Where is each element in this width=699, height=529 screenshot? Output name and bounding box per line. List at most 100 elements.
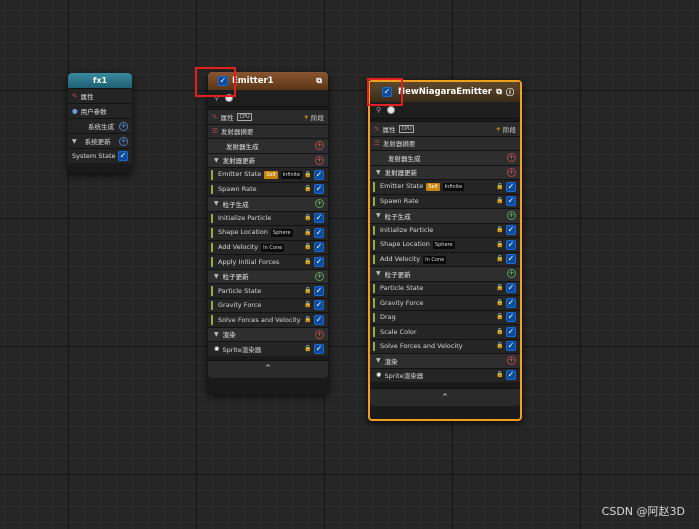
solve-forces-module[interactable]: Solve Forces and Velocity 🔒 ✓: [208, 312, 328, 327]
collapse-button[interactable]: ⌃: [370, 388, 520, 406]
add-module-icon[interactable]: +: [507, 211, 516, 221]
check-icon[interactable]: ✓: [314, 343, 324, 354]
add-module-icon[interactable]: +: [315, 271, 324, 281]
add-velocity-module[interactable]: Add Velocity In Cone 🔒 ✓: [208, 239, 328, 254]
lock-icon[interactable]: 🔒: [304, 229, 311, 237]
initialize-particle-module[interactable]: Initialize Particle 🔒 ✓: [208, 210, 328, 225]
chevron-up-icon[interactable]: ⌃: [264, 364, 272, 374]
check-icon[interactable]: ✓: [506, 254, 516, 265]
emitter2-summary-row[interactable]: ☰ 发射器摘要: [370, 135, 520, 150]
lock-icon[interactable]: 🔒: [496, 241, 503, 249]
apply-forces-module[interactable]: Apply Initial Forces 🔒 ✓: [208, 254, 328, 269]
sim-target-icon[interactable]: ⚲: [376, 106, 381, 114]
emitter1-render-group[interactable]: ▼ 渲染 +: [208, 326, 328, 341]
check-icon[interactable]: ✓: [506, 181, 516, 192]
add-module-icon[interactable]: +: [507, 269, 516, 279]
stage-button[interactable]: 阶段: [311, 112, 324, 122]
collapse-triangle-icon[interactable]: ▼: [214, 200, 219, 207]
emitter-state-module[interactable]: Emitter State Self Infinite 🔒 ✓: [370, 179, 520, 194]
emitter1-title[interactable]: Emitter1: [232, 76, 316, 86]
collapse-triangle-icon[interactable]: ▼: [214, 273, 219, 280]
system-title[interactable]: fx1: [68, 73, 132, 88]
emitter-state-module[interactable]: Emitter State Self Infinite 🔒 ✓: [208, 167, 328, 182]
emitter1-particle-update-group[interactable]: ▼ 粒子更新 +: [208, 268, 328, 283]
gravity-force-module[interactable]: Gravity Force 🔒 ✓: [208, 297, 328, 312]
add-velocity-module[interactable]: Add Velocity In Cone 🔒 ✓: [370, 251, 520, 266]
system-node[interactable]: fx1 ✎ 属性 ● 用户参数 系统生成 + ▼ 系统更新 + System S…: [68, 73, 132, 173]
emitter2-node[interactable]: ✓ NewNiagaraEmitter ⧉ ⓘ ⚲ ✎ 属性 CPU + 阶段 …: [368, 80, 522, 421]
emitter1-properties-row[interactable]: ✎ 属性 CPU + 阶段: [208, 109, 328, 124]
lock-icon[interactable]: 🔒: [496, 371, 503, 379]
check-icon[interactable]: ✓: [506, 326, 516, 337]
add-module-icon[interactable]: +: [315, 155, 324, 165]
sprite-renderer-module[interactable]: ✺ Sprite渲染器 🔒 ✓: [208, 341, 328, 356]
check-icon[interactable]: ✓: [314, 227, 324, 238]
add-module-icon[interactable]: +: [315, 141, 324, 151]
shape-location-module[interactable]: Shape Location Sphere 🔒 ✓: [370, 237, 520, 252]
lock-icon[interactable]: 🔒: [496, 183, 503, 191]
check-icon[interactable]: ✓: [506, 297, 516, 308]
lock-icon[interactable]: 🔒: [496, 328, 503, 336]
system-state-row[interactable]: System State ✓: [68, 148, 132, 163]
emitter2-render-group[interactable]: ▼ 渲染 +: [370, 353, 520, 368]
check-icon[interactable]: ✓: [506, 312, 516, 323]
lock-icon[interactable]: 🔒: [304, 316, 311, 324]
external-link-icon[interactable]: ⧉: [496, 87, 502, 97]
scale-color-module[interactable]: Scale Color 🔒 ✓: [370, 324, 520, 339]
collapse-triangle-icon[interactable]: ▼: [72, 138, 77, 145]
shape-location-module[interactable]: Shape Location Sphere 🔒 ✓: [208, 225, 328, 240]
check-icon[interactable]: ✓: [314, 314, 324, 325]
gravity-force-module[interactable]: Gravity Force 🔒 ✓: [370, 295, 520, 310]
add-stage-icon[interactable]: +: [304, 113, 309, 121]
stage-button[interactable]: 阶段: [503, 124, 516, 134]
add-module-icon[interactable]: +: [119, 136, 128, 146]
solve-forces-module[interactable]: Solve Forces and Velocity 🔒 ✓: [370, 338, 520, 353]
check-icon[interactable]: ✓: [314, 169, 324, 180]
lock-icon[interactable]: 🔒: [304, 185, 311, 193]
emitter1-update-group[interactable]: ▼ 发射器更新 +: [208, 152, 328, 167]
emitter1-particle-spawn-group[interactable]: ▼ 粒子生成 +: [208, 196, 328, 211]
collapse-button[interactable]: ⌃: [208, 359, 328, 378]
check-icon[interactable]: ✓: [314, 285, 324, 296]
sprite-renderer-module[interactable]: ✺ Sprite渲染器 🔒 ✓: [370, 367, 520, 382]
lock-icon[interactable]: 🔒: [496, 342, 503, 350]
check-icon[interactable]: ✓: [506, 283, 516, 294]
add-module-icon[interactable]: +: [507, 153, 516, 163]
lock-icon[interactable]: 🔒: [496, 197, 503, 205]
add-module-icon[interactable]: +: [315, 199, 324, 209]
chevron-up-icon[interactable]: ⌃: [441, 393, 449, 403]
lock-icon[interactable]: 🔒: [304, 214, 311, 222]
lock-icon[interactable]: 🔒: [304, 287, 311, 295]
lock-icon[interactable]: 🔒: [304, 243, 311, 251]
emitter1-spawn-group[interactable]: 发射器生成 +: [208, 138, 328, 153]
collapse-triangle-icon[interactable]: ▼: [376, 212, 381, 219]
check-icon[interactable]: ✓: [506, 225, 516, 236]
check-icon[interactable]: ✓: [314, 256, 324, 267]
check-icon[interactable]: ✓: [506, 196, 516, 207]
collapse-triangle-icon[interactable]: ▼: [376, 357, 381, 364]
emitter1-node[interactable]: ✓ Emitter1 ⧉ ⚲ ✎ 属性 CPU + 阶段 ☰ 发射器摘要 发射器…: [208, 72, 328, 394]
check-icon[interactable]: ✓: [506, 239, 516, 250]
system-update-row[interactable]: ▼ 系统更新 +: [68, 133, 132, 148]
lock-icon[interactable]: 🔒: [304, 301, 311, 309]
info-icon[interactable]: ⓘ: [506, 87, 514, 98]
add-module-icon[interactable]: +: [119, 121, 128, 131]
particle-state-module[interactable]: Particle State 🔒 ✓: [370, 280, 520, 295]
system-properties-row[interactable]: ✎ 属性: [68, 88, 132, 103]
emitter2-properties-row[interactable]: ✎ 属性 CPU + 阶段: [370, 121, 520, 136]
add-module-icon[interactable]: +: [315, 329, 324, 339]
check-icon[interactable]: ✓: [314, 242, 324, 253]
add-module-icon[interactable]: +: [507, 356, 516, 366]
emitter2-particle-spawn-group[interactable]: ▼ 粒子生成 +: [370, 208, 520, 223]
external-link-icon[interactable]: ⧉: [316, 76, 322, 86]
emitter2-particle-update-group[interactable]: ▼ 粒子更新 +: [370, 266, 520, 281]
emitter1-summary-row[interactable]: ☰ 发射器摘要: [208, 123, 328, 138]
lock-icon[interactable]: 🔒: [304, 171, 311, 179]
system-user-params-row[interactable]: ● 用户参数: [68, 103, 132, 118]
system-spawn-row[interactable]: 系统生成 +: [68, 118, 132, 133]
lock-icon[interactable]: 🔒: [304, 258, 311, 266]
check-icon[interactable]: ✓: [314, 213, 324, 224]
check-icon[interactable]: ✓: [118, 151, 128, 161]
spawn-rate-module[interactable]: Spawn Rate 🔒 ✓: [370, 193, 520, 208]
check-icon[interactable]: ✓: [314, 184, 324, 195]
